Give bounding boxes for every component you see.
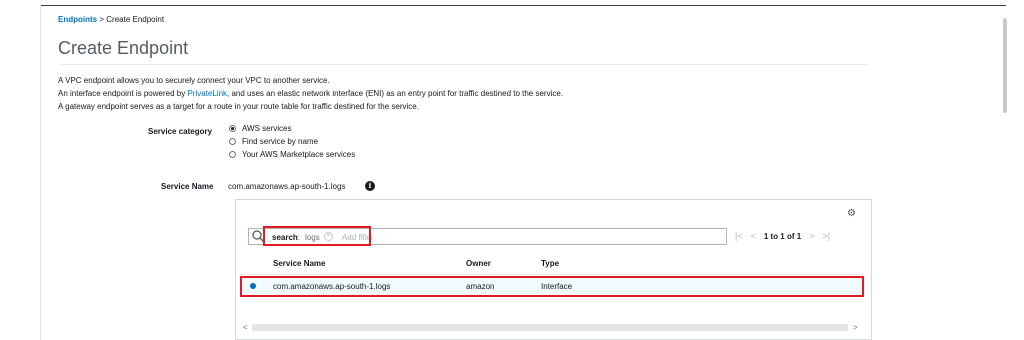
radio-find-service-label: Find service by name — [242, 137, 319, 146]
column-header-owner[interactable]: Owner — [466, 259, 491, 268]
radio-aws-services-label: AWS services — [242, 124, 292, 133]
top-border — [40, 5, 1006, 6]
breadcrumb-current: Create Endpoint — [106, 15, 165, 24]
description-line-2-end: , and uses an elastic network interface … — [227, 89, 564, 98]
horizontal-scrollbar-thumb[interactable] — [252, 324, 848, 331]
scroll-right-icon[interactable]: > — [853, 323, 858, 332]
table-header-divider — [240, 274, 865, 275]
services-table-panel — [235, 199, 872, 340]
breadcrumb-separator: > — [99, 15, 105, 24]
service-name-label: Service Name — [161, 182, 214, 191]
service-name-value: com.amazonaws.ap-south-1.logs — [228, 182, 346, 191]
info-icon[interactable]: i — [365, 181, 375, 191]
radio-marketplace-label: Your AWS Marketplace services — [242, 150, 356, 159]
last-page-icon[interactable]: >| — [822, 231, 830, 241]
radio-button[interactable] — [229, 151, 236, 158]
privatelink-link[interactable]: PrivateLink — [187, 89, 227, 98]
gear-icon[interactable]: ⚙ — [847, 208, 856, 219]
page-title: Create Endpoint — [58, 38, 189, 58]
pagination: |< < 1 to 1 of 1 > >| — [735, 231, 830, 241]
radio-button-checked[interactable] — [229, 125, 236, 132]
service-category-label: Service category — [148, 127, 213, 136]
breadcrumb-endpoints-link[interactable]: Endpoints — [58, 15, 97, 24]
radio-button[interactable] — [229, 138, 236, 145]
radio-find-service-by-name[interactable]: Find service by name — [229, 137, 318, 146]
pagination-count: 1 to 1 of 1 — [763, 231, 802, 241]
page-scrollbar[interactable] — [1003, 18, 1007, 113]
left-border — [40, 5, 41, 340]
row-highlight-annotation — [240, 276, 864, 297]
first-page-icon[interactable]: |< — [735, 231, 743, 241]
next-page-icon[interactable]: > — [809, 231, 814, 241]
column-header-service-name[interactable]: Service Name — [273, 259, 325, 268]
previous-page-icon[interactable]: < — [751, 231, 756, 241]
radio-aws-services[interactable]: AWS services — [229, 124, 292, 133]
description-line-3: A gateway endpoint serves as a target fo… — [58, 102, 419, 111]
description-line-2: An interface endpoint is powered by Priv… — [58, 89, 563, 98]
title-divider — [58, 64, 870, 65]
breadcrumb: Endpoints > Create Endpoint — [58, 15, 164, 24]
scroll-left-icon[interactable]: < — [243, 323, 248, 332]
description-line-2-start: An interface endpoint is powered by — [58, 89, 186, 98]
radio-marketplace-services[interactable]: Your AWS Marketplace services — [229, 150, 355, 159]
column-header-type[interactable]: Type — [541, 259, 559, 268]
description-line-1: A VPC endpoint allows you to securely co… — [58, 76, 330, 85]
search-highlight-annotation — [263, 226, 371, 246]
